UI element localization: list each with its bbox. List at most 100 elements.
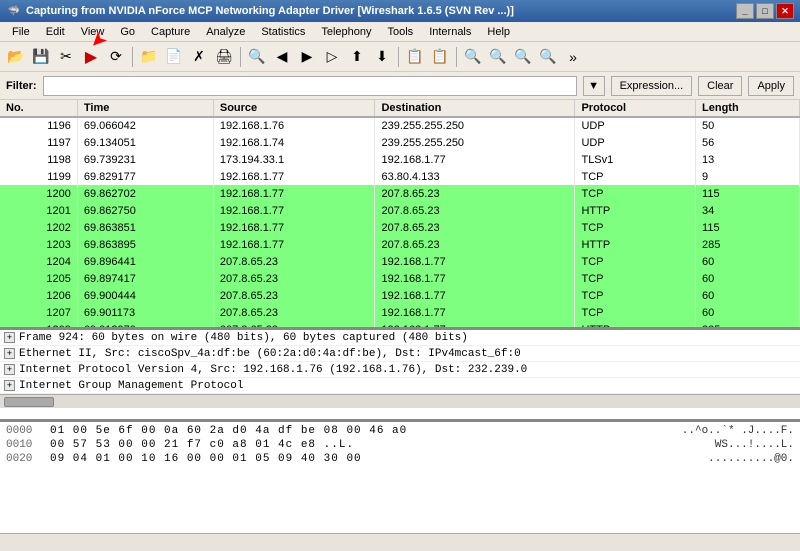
- table-row[interactable]: 119969.829177192.168.1.7763.80.4.133TCP9: [0, 168, 800, 185]
- window-controls[interactable]: _ □ ✕: [736, 3, 794, 19]
- menu-edit[interactable]: Edit: [38, 22, 73, 41]
- table-row[interactable]: 120869.912970207.8.65.23192.168.1.77HTTP…: [0, 321, 800, 327]
- tb-colorize2[interactable]: 📋: [428, 45, 452, 69]
- table-header: No. Time Source Destination Protocol Len…: [0, 100, 800, 117]
- expression-button[interactable]: Expression...: [611, 76, 693, 96]
- tb-next2[interactable]: ▷: [320, 45, 344, 69]
- hex-rows: 000001 00 5e 6f 00 0a 60 2a d0 4a df be …: [6, 424, 794, 466]
- hex-bytes: 09 04 01 00 10 16 00 00 01 05 09 40 30 0…: [50, 453, 696, 465]
- detail-expand-icon[interactable]: +: [4, 332, 15, 343]
- detail-expand-icon[interactable]: +: [4, 364, 15, 375]
- tb-open-file[interactable]: 📁: [137, 45, 161, 69]
- main-content: No. Time Source Destination Protocol Len…: [0, 100, 800, 533]
- detail-text: Internet Protocol Version 4, Src: 192.16…: [19, 364, 527, 376]
- menu-go[interactable]: Go: [112, 22, 143, 41]
- menu-capture[interactable]: Capture: [143, 22, 198, 41]
- detail-row[interactable]: +Frame 924: 60 bytes on wire (480 bits),…: [0, 330, 800, 346]
- menu-statistics[interactable]: Statistics: [253, 22, 313, 41]
- filter-bar: Filter: ▼ Expression... Clear Apply: [0, 72, 800, 100]
- detail-row[interactable]: + Internet Protocol Version 4, Src: 192.1…: [0, 362, 800, 378]
- packet-detail: +Frame 924: 60 bytes on wire (480 bits),…: [0, 330, 800, 422]
- apply-button[interactable]: Apply: [748, 76, 794, 96]
- hex-row: 000001 00 5e 6f 00 0a 60 2a d0 4a df be …: [6, 424, 794, 438]
- hex-ascii: ..........@0.: [708, 453, 794, 465]
- hex-address: 0010: [6, 439, 38, 451]
- tb-up[interactable]: ⬆: [345, 45, 369, 69]
- tb-reload[interactable]: ▶ ➤: [79, 45, 103, 69]
- packet-table: No. Time Source Destination Protocol Len…: [0, 100, 800, 327]
- packet-tbody: 119669.066042192.168.1.76239.255.255.250…: [0, 117, 800, 327]
- table-row[interactable]: 120269.863851192.168.1.77207.8.65.23TCP1…: [0, 219, 800, 236]
- tb-more[interactable]: »: [561, 45, 585, 69]
- filter-dropdown[interactable]: ▼: [583, 76, 605, 96]
- clear-button[interactable]: Clear: [698, 76, 742, 96]
- detail-expand-icon[interactable]: +: [4, 348, 15, 359]
- menu-view[interactable]: View: [73, 22, 113, 41]
- tb-find[interactable]: 🔍: [245, 45, 269, 69]
- col-length: Length: [696, 100, 800, 117]
- detail-expand-icon[interactable]: +: [4, 380, 15, 391]
- tb-zoom-in[interactable]: 🔍: [461, 45, 485, 69]
- table-row[interactable]: 119669.066042192.168.1.76239.255.255.250…: [0, 117, 800, 134]
- table-row[interactable]: 119869.739231173.194.33.1192.168.1.77TLS…: [0, 151, 800, 168]
- detail-row[interactable]: + Internet Group Management Protocol: [0, 378, 800, 394]
- hex-ascii: ..^o..`* .J....F.: [682, 425, 794, 437]
- table-row[interactable]: 119769.134051192.168.1.74239.255.255.250…: [0, 134, 800, 151]
- detail-hscroll[interactable]: [0, 394, 800, 408]
- hex-row: 0020 09 04 01 00 10 16 00 00 01 05 09 40 …: [6, 452, 794, 466]
- tb-next[interactable]: ▶: [295, 45, 319, 69]
- tb-zoom-full[interactable]: 🔍: [536, 45, 560, 69]
- hex-bytes: 00 57 53 00 00 21 f7 c0 a8 01 4c e8 ..L.: [50, 439, 703, 451]
- tb-save[interactable]: 💾: [29, 45, 53, 69]
- tb-save-file[interactable]: 📄: [162, 45, 186, 69]
- title-bar: 🦈 Capturing from NVIDIA nForce MCP Netwo…: [0, 0, 800, 22]
- detail-text: Internet Group Management Protocol: [19, 380, 243, 392]
- hex-view: 000001 00 5e 6f 00 0a 60 2a d0 4a df be …: [0, 422, 800, 533]
- hex-ascii: WS...!....L.: [715, 439, 794, 451]
- tb-open[interactable]: 📂: [4, 45, 28, 69]
- col-no: No.: [0, 100, 77, 117]
- table-row[interactable]: 120069.862702192.168.1.77207.8.65.23TCP1…: [0, 185, 800, 202]
- toolbar: 📂 💾 ✂ ▶ ➤ ⟳ 📁 📄 ✗ 🖨 🔍 ◀ ▶ ▷ ⬆ ⬇ 📋 📋 🔍 🔍 …: [0, 42, 800, 72]
- filter-input[interactable]: [43, 76, 577, 96]
- toolbar-separator-2: [240, 47, 241, 67]
- toolbar-separator-3: [398, 47, 399, 67]
- menu-tools[interactable]: Tools: [380, 22, 422, 41]
- tb-print[interactable]: 🖨: [212, 45, 236, 69]
- menu-analyze[interactable]: Analyze: [198, 22, 253, 41]
- hex-address: 0020: [6, 453, 38, 465]
- table-row[interactable]: 120669.900444207.8.65.23192.168.1.77TCP6…: [0, 287, 800, 304]
- tb-prev[interactable]: ◀: [270, 45, 294, 69]
- minimize-button[interactable]: _: [736, 3, 754, 19]
- toolbar-separator-1: [132, 47, 133, 67]
- tb-down[interactable]: ⬇: [370, 45, 394, 69]
- tb-zoom-reset[interactable]: 🔍: [511, 45, 535, 69]
- packet-list: No. Time Source Destination Protocol Len…: [0, 100, 800, 330]
- maximize-button[interactable]: □: [756, 3, 774, 19]
- table-row[interactable]: 120469.896441207.8.65.23192.168.1.77TCP6…: [0, 253, 800, 270]
- menu-help[interactable]: Help: [479, 22, 518, 41]
- detail-text: Ethernet II, Src: ciscoSpv_4a:df:be (60:…: [19, 348, 521, 360]
- status-bar: [0, 533, 800, 551]
- hex-address: 0000: [6, 425, 38, 437]
- detail-rows: +Frame 924: 60 bytes on wire (480 bits),…: [0, 330, 800, 394]
- table-row[interactable]: 120369.863895192.168.1.77207.8.65.23HTTP…: [0, 236, 800, 253]
- tb-zoom-out[interactable]: 🔍: [486, 45, 510, 69]
- menu-internals[interactable]: Internals: [421, 22, 479, 41]
- detail-row[interactable]: + Ethernet II, Src: ciscoSpv_4a:df:be (60…: [0, 346, 800, 362]
- tb-colorize[interactable]: 📋: [403, 45, 427, 69]
- table-row[interactable]: 120769.901173207.8.65.23192.168.1.77TCP6…: [0, 304, 800, 321]
- filter-label: Filter:: [6, 80, 37, 92]
- menu-telephony[interactable]: Telephony: [313, 22, 379, 41]
- close-button[interactable]: ✕: [776, 3, 794, 19]
- hex-row: 0010 00 57 53 00 00 21 f7 c0 a8 01 4c e8 …: [6, 438, 794, 452]
- tb-delete[interactable]: ✗: [187, 45, 211, 69]
- col-time: Time: [77, 100, 213, 117]
- menu-bar: File Edit View Go Capture Analyze Statis…: [0, 22, 800, 42]
- tb-capture-restart[interactable]: ⟳: [104, 45, 128, 69]
- tb-close[interactable]: ✂: [54, 45, 78, 69]
- menu-file[interactable]: File: [4, 22, 38, 41]
- table-row[interactable]: 120169.862750192.168.1.77207.8.65.23HTTP…: [0, 202, 800, 219]
- col-destination: Destination: [375, 100, 575, 117]
- table-row[interactable]: 120569.897417207.8.65.23192.168.1.77TCP6…: [0, 270, 800, 287]
